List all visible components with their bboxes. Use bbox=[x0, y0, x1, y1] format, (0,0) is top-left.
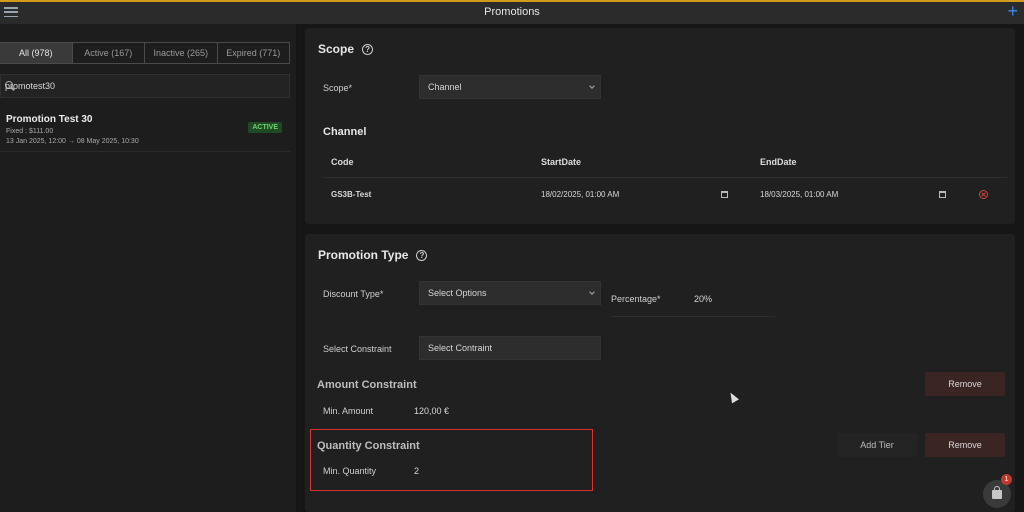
remove-circle-icon[interactable] bbox=[979, 190, 988, 199]
scope-title-text: Scope bbox=[318, 42, 355, 56]
calendar-icon[interactable] bbox=[721, 191, 728, 198]
shopping-bag-icon bbox=[992, 486, 1002, 499]
tab-all[interactable]: All (978) bbox=[0, 42, 73, 64]
discount-type-label: Discount Type* bbox=[323, 289, 384, 299]
promotion-type-title-text: Promotion Type bbox=[318, 248, 409, 262]
min-amount-label: Min. Amount bbox=[323, 406, 374, 416]
promotion-name: Promotion Test 30 bbox=[6, 114, 93, 125]
top-bar: Promotions + bbox=[0, 0, 1024, 24]
column-code: Code bbox=[331, 157, 354, 167]
search-input[interactable]: promotest30 bbox=[0, 74, 290, 98]
column-enddate: EndDate bbox=[760, 157, 797, 167]
divider bbox=[323, 177, 1007, 178]
channel-title: Channel bbox=[323, 126, 367, 138]
percentage-label: Percentage* bbox=[611, 294, 661, 304]
promotion-list-pane: All (978) Active (167) Inactive (265) Ex… bbox=[0, 24, 296, 512]
help-icon[interactable]: ? bbox=[362, 43, 374, 55]
percentage-underline bbox=[611, 316, 775, 317]
start-date-field[interactable]: 18/02/2025, 01:00 AM bbox=[541, 190, 619, 199]
scope-select[interactable]: Channel bbox=[419, 75, 601, 99]
min-amount-value[interactable]: 120,00 € bbox=[414, 406, 449, 416]
list-item[interactable]: Promotion Test 30 Fixed : $111.00 13 Jan… bbox=[0, 110, 290, 152]
help-icon[interactable]: ? bbox=[416, 249, 428, 261]
calendar-icon[interactable] bbox=[939, 191, 946, 198]
status-badge: ACTIVE bbox=[248, 122, 282, 133]
constraint-select[interactable]: Select Contraint bbox=[419, 336, 601, 360]
highlight-box bbox=[310, 429, 593, 491]
channel-code: GS3B-Test bbox=[331, 190, 372, 199]
cart-count-badge: 1 bbox=[1001, 474, 1012, 485]
chevron-down-icon bbox=[589, 83, 595, 89]
scope-card: Scope ? Scope* Channel Channel Code Star… bbox=[305, 28, 1015, 224]
discount-type-value: Select Options bbox=[428, 288, 487, 298]
scope-label: Scope* bbox=[323, 83, 353, 93]
promotion-fixed: Fixed : $111.00 bbox=[6, 128, 54, 135]
promotion-dates: 13 Jan 2025, 12:00 → 08 May 2025, 10:30 bbox=[6, 138, 139, 145]
column-startdate: StartDate bbox=[541, 157, 582, 167]
scope-select-value: Channel bbox=[428, 82, 462, 92]
remove-quantity-button[interactable]: Remove bbox=[925, 433, 1005, 457]
filter-tabs: All (978) Active (167) Inactive (265) Ex… bbox=[0, 42, 290, 64]
scope-title: Scope ? bbox=[318, 42, 374, 56]
amount-constraint-title: Amount Constraint bbox=[317, 379, 417, 391]
chevron-down-icon bbox=[589, 289, 595, 295]
end-date-field[interactable]: 18/03/2025, 01:00 AM bbox=[760, 190, 838, 199]
remove-amount-button[interactable]: Remove bbox=[925, 372, 1005, 396]
tab-expired[interactable]: Expired (771) bbox=[216, 42, 290, 64]
tab-inactive[interactable]: Inactive (265) bbox=[144, 42, 218, 64]
constraint-label: Select Constraint bbox=[323, 344, 392, 354]
tab-active[interactable]: Active (167) bbox=[71, 42, 145, 64]
percentage-field[interactable]: 20% bbox=[694, 294, 712, 304]
cart-button[interactable]: 1 bbox=[983, 474, 1012, 508]
add-tier-button[interactable]: Add Tier bbox=[837, 433, 917, 457]
search-value: promotest30 bbox=[5, 81, 56, 91]
discount-type-select[interactable]: Select Options bbox=[419, 281, 601, 305]
promotion-type-title: Promotion Type ? bbox=[318, 248, 428, 262]
page-title: Promotions bbox=[484, 6, 540, 18]
add-icon[interactable]: + bbox=[1007, 2, 1018, 20]
constraint-value: Select Contraint bbox=[428, 343, 493, 353]
